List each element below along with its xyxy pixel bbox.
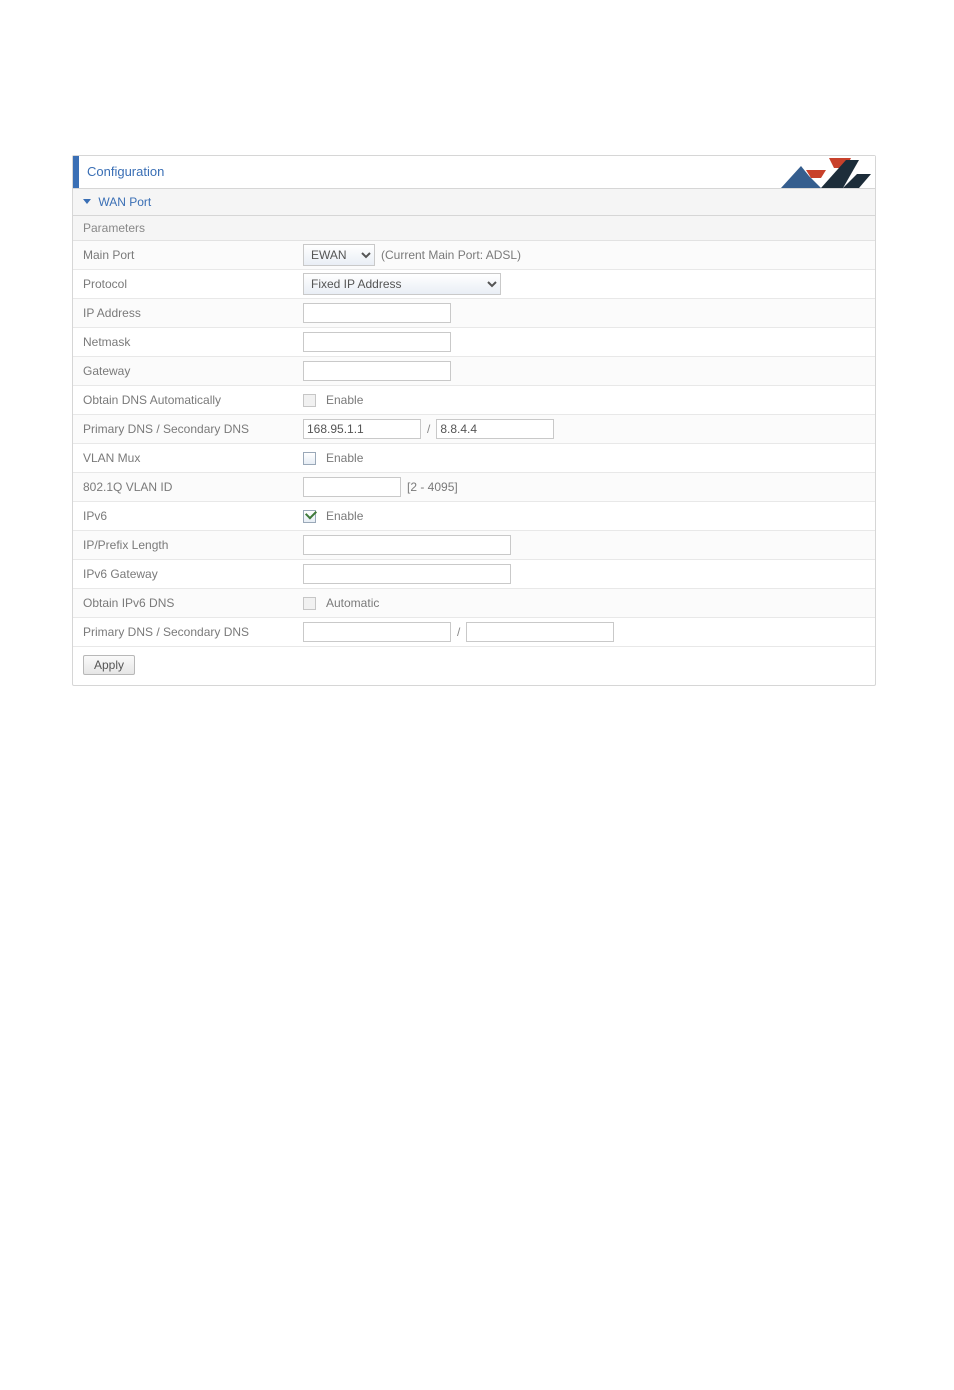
obtain-ipv6-dns-checkbox[interactable] — [303, 597, 316, 610]
panel-header: Configuration — [73, 156, 875, 189]
label-gateway: Gateway — [83, 364, 303, 378]
config-panel: Configuration WAN Port Parameters Main P… — [72, 155, 876, 686]
netmask-input[interactable] — [303, 332, 451, 352]
row-main-port: Main Port EWAN (Current Main Port: ADSL) — [73, 241, 875, 270]
row-ipv6: IPv6 Enable — [73, 502, 875, 531]
logo-icon — [751, 158, 871, 188]
ipv6-primary-dns-input[interactable] — [303, 622, 451, 642]
vlan-mux-checkbox[interactable] — [303, 452, 316, 465]
row-ip-prefix-length: IP/Prefix Length — [73, 531, 875, 560]
brand-logo — [751, 158, 871, 188]
ipv6-checkbox-label: Enable — [326, 509, 363, 523]
row-ipv6-dns: Primary DNS / Secondary DNS / — [73, 618, 875, 647]
label-ipv6-dns: Primary DNS / Secondary DNS — [83, 625, 303, 639]
apply-row: Apply — [73, 647, 875, 685]
row-gateway: Gateway — [73, 357, 875, 386]
ipv6-gateway-input[interactable] — [303, 564, 511, 584]
section-subtitle: Parameters — [73, 216, 875, 241]
panel-title: Configuration — [87, 164, 164, 179]
row-obtain-dns-auto: Obtain DNS Automatically Enable — [73, 386, 875, 415]
ipv6-secondary-dns-input[interactable] — [466, 622, 614, 642]
label-protocol: Protocol — [83, 277, 303, 291]
label-vlan-mux: VLAN Mux — [83, 451, 303, 465]
row-obtain-ipv6-dns: Obtain IPv6 DNS Automatic — [73, 589, 875, 618]
dns-separator: / — [427, 422, 430, 436]
row-dns: Primary DNS / Secondary DNS / — [73, 415, 875, 444]
vlan-mux-checkbox-label: Enable — [326, 451, 363, 465]
ipv6-dns-separator: / — [457, 625, 460, 639]
gateway-input[interactable] — [303, 361, 451, 381]
protocol-select[interactable]: Fixed IP Address — [303, 273, 501, 295]
label-dns: Primary DNS / Secondary DNS — [83, 422, 303, 436]
primary-dns-input[interactable] — [303, 419, 421, 439]
label-vlan-id: 802.1Q VLAN ID — [83, 480, 303, 494]
row-ip-address: IP Address — [73, 299, 875, 328]
ip-prefix-length-input[interactable] — [303, 535, 511, 555]
obtain-dns-auto-checkbox-label: Enable — [326, 393, 363, 407]
label-ipv6: IPv6 — [83, 509, 303, 523]
row-protocol: Protocol Fixed IP Address — [73, 270, 875, 299]
chevron-down-icon — [83, 199, 91, 204]
obtain-dns-auto-checkbox[interactable] — [303, 394, 316, 407]
main-port-note: (Current Main Port: ADSL) — [381, 248, 521, 262]
vlan-id-input[interactable] — [303, 477, 401, 497]
ip-address-input[interactable] — [303, 303, 451, 323]
apply-button[interactable]: Apply — [83, 655, 135, 675]
page: Configuration WAN Port Parameters Main P… — [0, 0, 954, 1390]
section-title[interactable]: WAN Port — [73, 189, 875, 216]
section-title-text: WAN Port — [98, 195, 151, 209]
vlan-id-hint: [2 - 4095] — [407, 480, 458, 494]
label-ip-prefix-length: IP/Prefix Length — [83, 538, 303, 552]
label-ipv6-gateway: IPv6 Gateway — [83, 567, 303, 581]
obtain-ipv6-dns-checkbox-label: Automatic — [326, 596, 379, 610]
label-obtain-dns-auto: Obtain DNS Automatically — [83, 393, 303, 407]
row-vlan-id: 802.1Q VLAN ID [2 - 4095] — [73, 473, 875, 502]
row-netmask: Netmask — [73, 328, 875, 357]
label-obtain-ipv6-dns: Obtain IPv6 DNS — [83, 596, 303, 610]
label-netmask: Netmask — [83, 335, 303, 349]
ipv6-checkbox[interactable] — [303, 510, 316, 523]
label-main-port: Main Port — [83, 248, 303, 262]
header-accent — [73, 156, 79, 188]
secondary-dns-input[interactable] — [436, 419, 554, 439]
label-ip-address: IP Address — [83, 306, 303, 320]
row-ipv6-gateway: IPv6 Gateway — [73, 560, 875, 589]
row-vlan-mux: VLAN Mux Enable — [73, 444, 875, 473]
main-port-select[interactable]: EWAN — [303, 244, 375, 266]
